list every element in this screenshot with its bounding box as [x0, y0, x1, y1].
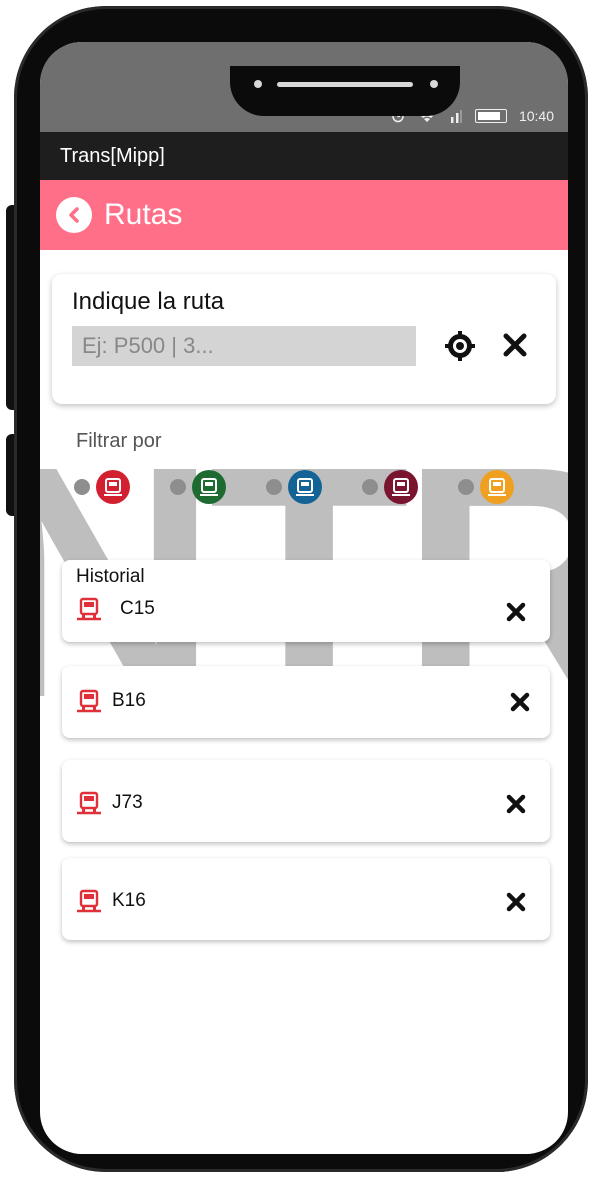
filter-radio[interactable]: [362, 479, 378, 495]
close-icon: [506, 794, 526, 814]
locate-button[interactable]: [444, 330, 476, 367]
remove-history-button[interactable]: [504, 600, 528, 629]
bus-type-badge: [480, 470, 514, 504]
filter-radio[interactable]: [266, 479, 282, 495]
bus-icon: [488, 478, 506, 496]
bus-icon: [104, 478, 122, 496]
bus-icon: [392, 478, 410, 496]
notch-camera: [254, 80, 262, 88]
bus-icon: [77, 889, 101, 913]
route-code: C15: [120, 598, 155, 619]
route-search-input[interactable]: [72, 326, 416, 366]
filter-option[interactable]: [74, 470, 170, 504]
back-button[interactable]: [56, 197, 92, 233]
notch-speaker: [277, 82, 413, 87]
status-time: 10:40: [518, 108, 554, 124]
history-row: C15: [76, 596, 155, 622]
remove-history-button[interactable]: [504, 890, 528, 919]
bus-type-badge: [192, 470, 226, 504]
page-header: Rutas: [40, 180, 568, 250]
bus-icon: [77, 689, 101, 713]
history-row: B16: [76, 688, 146, 714]
close-icon: [503, 333, 527, 357]
history-title: Historial: [76, 566, 145, 587]
route-code: B16: [112, 690, 146, 711]
notch-sensor: [430, 80, 438, 88]
page-title: Rutas: [104, 198, 183, 231]
filter-radio[interactable]: [74, 479, 90, 495]
bus-icon: [77, 597, 101, 621]
filter-option[interactable]: [458, 470, 554, 504]
battery-icon: [474, 109, 507, 123]
remove-history-button[interactable]: [508, 690, 532, 719]
bus-type-badge: [384, 470, 418, 504]
filter-option[interactable]: [170, 470, 266, 504]
screen: 10:40 Trans[Mipp] Rutas NTR Indique la r…: [40, 42, 568, 1154]
bus-icon: [77, 791, 101, 815]
search-label: Indique la ruta: [72, 288, 225, 315]
filter-option[interactable]: [362, 470, 458, 504]
history-row: K16: [76, 888, 146, 914]
close-icon: [506, 892, 526, 912]
close-icon: [506, 602, 526, 622]
signal-icon: [450, 110, 462, 123]
history-row: J73: [76, 790, 143, 816]
bus-icon: [296, 478, 314, 496]
chevron-left-icon: [69, 207, 79, 223]
route-code: J73: [112, 792, 143, 813]
filter-option[interactable]: [266, 470, 362, 504]
filter-options: [74, 470, 554, 504]
target-icon: [445, 331, 475, 361]
history-item[interactable]: J73: [62, 760, 550, 842]
filter-label: Filtrar por: [76, 430, 162, 452]
bus-icon: [200, 478, 218, 496]
clear-search-button[interactable]: [500, 330, 530, 365]
route-code: K16: [112, 890, 146, 911]
close-icon: [510, 692, 530, 712]
phone-notch: [230, 66, 460, 116]
bus-type-badge: [288, 470, 322, 504]
filter-radio[interactable]: [170, 479, 186, 495]
filter-radio[interactable]: [458, 479, 474, 495]
remove-history-button[interactable]: [504, 792, 528, 821]
search-card: Indique la ruta: [52, 274, 556, 404]
app-title: Trans[Mipp]: [40, 132, 568, 180]
history-item[interactable]: K16: [62, 858, 550, 940]
phone-frame: 10:40 Trans[Mipp] Rutas NTR Indique la r…: [0, 0, 590, 1179]
bus-type-badge: [96, 470, 130, 504]
history-item[interactable]: Historial C15: [62, 560, 550, 642]
history-item[interactable]: B16: [62, 666, 550, 738]
